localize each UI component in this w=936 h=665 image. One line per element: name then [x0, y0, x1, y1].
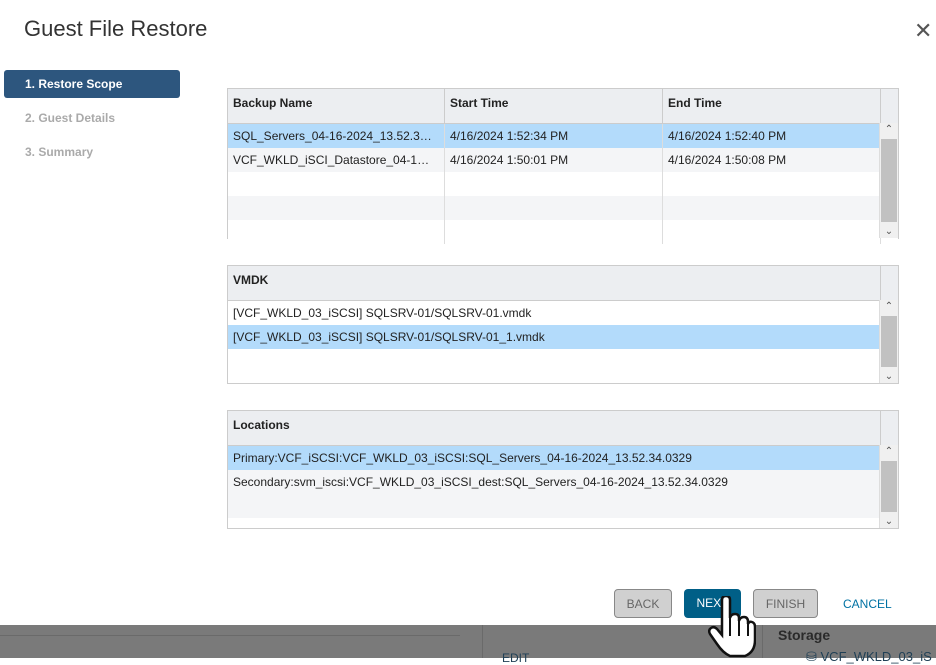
vmdk-table: VMDK [VCF_WKLD_03_iSCSI] SQLSRV-01/SQLSR… [227, 265, 899, 384]
step-restore-scope[interactable]: 1. Restore Scope [4, 70, 180, 98]
table-row[interactable]: Secondary:svm_iscsi:VCF_WKLD_03_iSCSI_de… [228, 470, 898, 494]
step-guest-details: 2. Guest Details [25, 111, 116, 125]
table-row[interactable]: SQL_Servers_04-16-2024_13.52.3… 4/16/2024… [228, 124, 898, 148]
storage-heading: Storage [778, 627, 831, 643]
background-page: EDIT Storage ⛁ VCF_WKLD_03_iS [0, 625, 936, 665]
chevron-up-icon[interactable]: ⌃ [880, 301, 898, 312]
scrollbar[interactable]: ⌃ ⌄ [879, 445, 898, 528]
finish-button[interactable]: FINISH [753, 589, 818, 618]
table-row[interactable]: VCF_WKLD_iSCI_Datastore_04-1… 4/16/2024 1… [228, 148, 898, 172]
column-header-end-time[interactable]: End Time [663, 89, 881, 123]
table-row[interactable]: [VCF_WKLD_03_iSCSI] SQLSRV-01/SQLSRV-01_… [228, 325, 898, 349]
backup-table: Backup Name Start Time End Time SQL_Serv… [227, 88, 899, 244]
column-header-locations[interactable]: Locations [228, 411, 881, 445]
scrollbar[interactable]: ⌃ ⌄ [879, 123, 898, 238]
close-icon[interactable]: ✕ [914, 18, 932, 44]
guest-file-restore-dialog: Guest File Restore ✕ 1. Restore Scope 2.… [0, 0, 936, 625]
edit-link: EDIT [502, 651, 530, 665]
back-button[interactable]: BACK [614, 589, 672, 618]
dialog-title: Guest File Restore [24, 16, 208, 41]
chevron-down-icon[interactable]: ⌄ [880, 226, 898, 237]
column-header-backup-name[interactable]: Backup Name [228, 89, 445, 123]
table-row[interactable]: Primary:VCF_iSCSI:VCF_WKLD_03_iSCSI:SQL_… [228, 446, 898, 470]
chevron-up-icon[interactable]: ⌃ [880, 446, 898, 457]
scrollbar[interactable]: ⌃ ⌄ [879, 300, 898, 383]
chevron-up-icon[interactable]: ⌃ [880, 124, 898, 135]
cancel-button[interactable]: CANCEL [843, 597, 892, 611]
step-summary: 3. Summary [25, 145, 94, 159]
locations-table: Locations Primary:VCF_iSCSI:VCF_WKLD_03_… [227, 410, 899, 529]
chevron-down-icon[interactable]: ⌄ [880, 516, 898, 527]
hand-cursor-icon [708, 596, 756, 658]
datastore-link: ⛁ VCF_WKLD_03_iS [806, 649, 932, 664]
table-row[interactable]: [VCF_WKLD_03_iSCSI] SQLSRV-01/SQLSRV-01.… [228, 301, 898, 325]
chevron-down-icon[interactable]: ⌄ [880, 371, 898, 382]
column-header-start-time[interactable]: Start Time [445, 89, 663, 123]
column-header-vmdk[interactable]: VMDK [228, 266, 881, 300]
